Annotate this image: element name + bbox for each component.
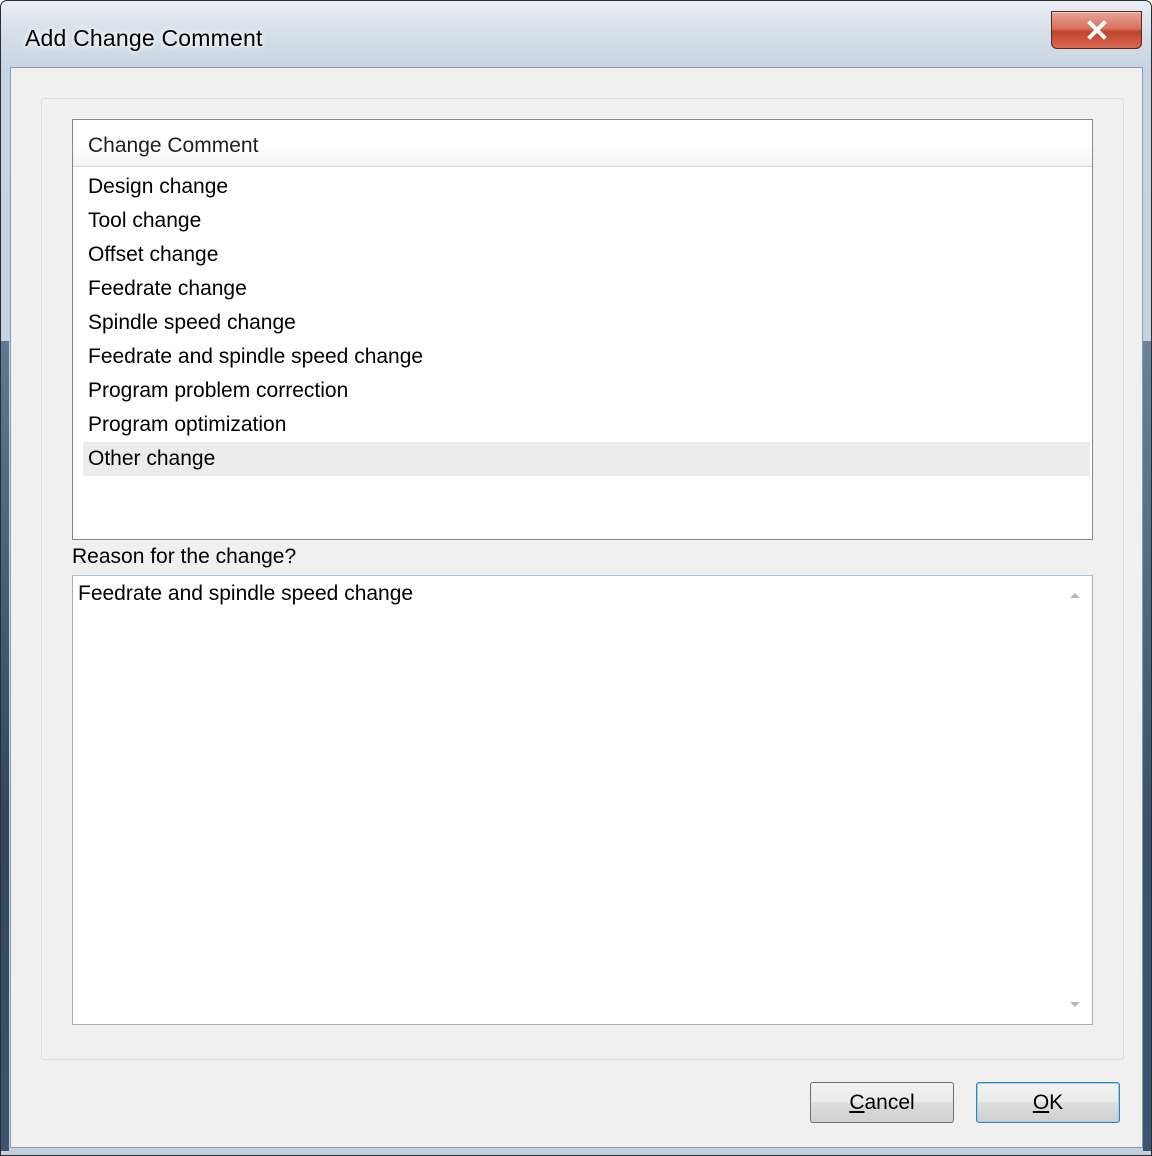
- list-item[interactable]: Feedrate and spindle speed change: [83, 340, 1090, 374]
- scroll-up-arrow-icon[interactable]: [1066, 588, 1084, 602]
- ok-button[interactable]: OK: [976, 1082, 1120, 1123]
- scroll-down-arrow-icon[interactable]: [1066, 998, 1084, 1012]
- title-bar[interactable]: Add Change Comment: [1, 1, 1151, 67]
- dialog-client-area: Change Comment Design change Tool change…: [10, 67, 1143, 1148]
- list-item-selected[interactable]: Other change: [83, 442, 1090, 476]
- list-item[interactable]: Program optimization: [83, 408, 1090, 442]
- list-item[interactable]: Design change: [83, 170, 1090, 204]
- ok-label: K: [1049, 1090, 1064, 1114]
- list-body: Design change Tool change Offset change …: [83, 170, 1090, 476]
- cancel-mnemonic: C: [849, 1090, 865, 1114]
- vertical-scrollbar[interactable]: [1058, 576, 1092, 1024]
- column-header-label: Change Comment: [88, 134, 259, 157]
- list-item[interactable]: Offset change: [83, 238, 1090, 272]
- reason-label: Reason for the change?: [72, 545, 297, 568]
- close-icon: [1086, 20, 1107, 40]
- window-title: Add Change Comment: [25, 25, 263, 51]
- cancel-label: ancel: [864, 1090, 915, 1114]
- reason-textarea[interactable]: Feedrate and spindle speed change: [72, 575, 1093, 1025]
- list-item[interactable]: Feedrate change: [83, 272, 1090, 306]
- ok-mnemonic: O: [1032, 1090, 1050, 1114]
- list-item[interactable]: Tool change: [83, 204, 1090, 238]
- dialog-window: Add Change Comment Change Comment Design…: [0, 0, 1152, 1156]
- reason-text[interactable]: Feedrate and spindle speed change: [78, 582, 413, 606]
- list-column-header[interactable]: Change Comment: [73, 120, 1092, 167]
- close-button[interactable]: [1051, 11, 1142, 49]
- cancel-button[interactable]: Cancel: [810, 1082, 954, 1123]
- list-item[interactable]: Program problem correction: [83, 374, 1090, 408]
- change-comment-list[interactable]: Change Comment Design change Tool change…: [72, 119, 1093, 540]
- list-item[interactable]: Spindle speed change: [83, 306, 1090, 340]
